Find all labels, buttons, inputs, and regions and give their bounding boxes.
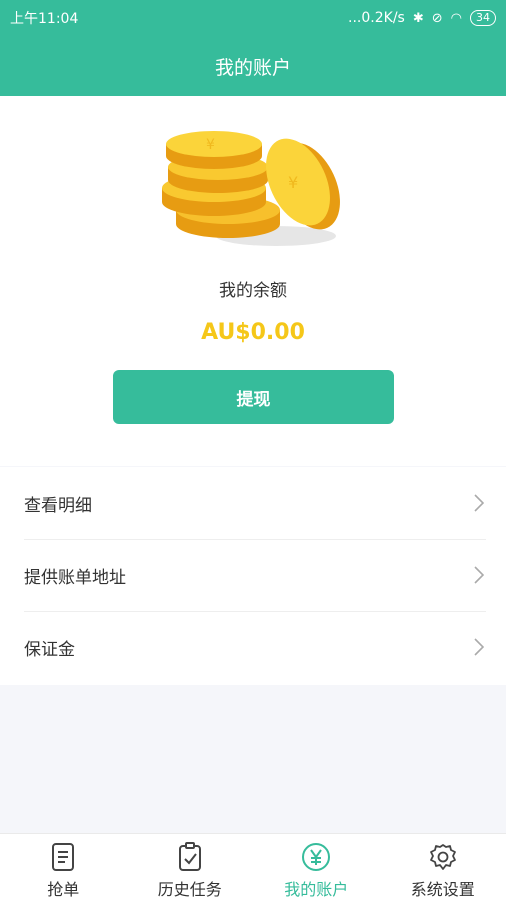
page-title: 我的账户 (214, 56, 291, 79)
chevron-right-icon (474, 638, 484, 656)
tab-history[interactable]: 历史任务 (127, 834, 254, 900)
battery-indicator: 34 (470, 10, 496, 26)
balance-amount: AU$0.00 (201, 320, 305, 345)
menu-item-billing-address[interactable]: 提供账单地址 (0, 539, 506, 611)
svg-text:¥: ¥ (206, 137, 215, 153)
status-icons: ...0.2K/s ✱ ⊘ ◠ 34 (348, 10, 496, 26)
svg-text:¥: ¥ (288, 173, 298, 192)
tab-label: 抢单 (47, 880, 80, 899)
menu-item-label: 查看明细 (24, 495, 92, 516)
title-bar: 我的账户 (0, 36, 506, 96)
bluetooth-icon: ✱ (412, 10, 424, 26)
balance-card: ¥ ¥ 我的余额 AU$0.00 提现 (0, 96, 506, 466)
menu-item-label: 提供账单地址 (24, 567, 126, 588)
document-icon (52, 843, 75, 871)
menu-item-label: 保证金 (24, 639, 75, 660)
menu-item-view-details[interactable]: 查看明细 (0, 467, 506, 539)
account-menu: 查看明细 提供账单地址 保证金 (0, 467, 506, 685)
tab-grab-order[interactable]: 抢单 (0, 834, 127, 900)
gear-icon (429, 844, 456, 870)
balance-label: 我的余额 (219, 281, 287, 301)
status-bar: 上午11:04 ...0.2K/s ✱ ⊘ ◠ 34 (0, 0, 506, 36)
status-time: 上午11:04 (10, 11, 79, 27)
tab-label: 系统设置 (410, 880, 475, 899)
tab-settings[interactable]: 系统设置 (380, 834, 506, 900)
network-speed: ...0.2K/s (348, 10, 405, 26)
wifi-icon: ◠ (450, 10, 462, 26)
tab-label: 历史任务 (157, 880, 222, 899)
chevron-right-icon (474, 566, 484, 584)
tab-my-account[interactable]: 我的账户 (253, 834, 380, 900)
yen-circle-icon (302, 843, 331, 871)
coins-illustration: ¥ ¥ (162, 131, 340, 246)
chevron-right-icon (474, 494, 484, 512)
mute-icon: ⊘ (431, 10, 443, 26)
menu-item-deposit[interactable]: 保证金 (0, 611, 506, 683)
bottom-tab-bar: 抢单 历史任务 我的账户 系统设置 (0, 833, 506, 900)
withdraw-button[interactable]: 提现 (113, 370, 394, 424)
clipboard-check-icon (178, 842, 201, 871)
tab-label: 我的账户 (284, 880, 349, 899)
